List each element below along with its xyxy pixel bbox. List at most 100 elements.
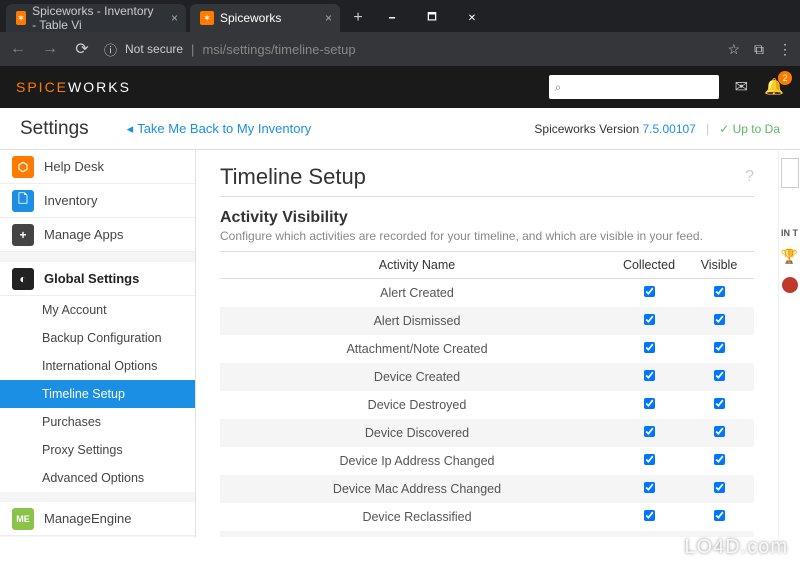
tab-title: Spiceworks — [220, 11, 281, 25]
watermark: LO4D.com — [664, 536, 788, 559]
activity-name-cell: Device Mac Address Changed — [220, 475, 614, 503]
col-visible: Visible — [684, 252, 754, 279]
table-row: Device Reclassified — [220, 503, 754, 531]
minimize-button[interactable]: 🗕 — [372, 4, 412, 32]
activity-name-cell: Alert Created — [220, 279, 614, 308]
back-to-inventory-link[interactable]: ◂ Take Me Back to My Inventory — [127, 121, 312, 137]
sub-header: Settings ◂ Take Me Back to My Inventory … — [0, 108, 800, 150]
col-collected: Collected — [614, 252, 684, 279]
visible-checkbox[interactable] — [714, 510, 725, 521]
activity-name-cell: Device Updated — [220, 531, 614, 537]
sidebar-sub-international-options[interactable]: International Options — [0, 352, 195, 380]
table-row: Alert Dismissed — [220, 307, 754, 335]
right-rail: IN T 🏆 — [778, 150, 800, 537]
tab-title: Spiceworks - Inventory - Table Vi — [32, 4, 158, 32]
notifications-bell-icon[interactable]: 🔔 2 — [764, 77, 784, 97]
version-label: Spiceworks Version 7.5.00107 — [534, 122, 695, 136]
sidebar-sub-backup-configuration[interactable]: Backup Configuration — [0, 324, 195, 352]
search-icon: ⌕ — [555, 80, 562, 95]
visible-checkbox[interactable] — [714, 314, 725, 325]
mail-icon[interactable]: ✉ — [735, 77, 748, 97]
sidebar-item-label: Help Desk — [44, 159, 104, 174]
sidebar-item-help-desk[interactable]: ⬡ Help Desk — [0, 150, 195, 184]
address-bar[interactable]: ⓘ Not secure | msi/settings/timeline-set… — [104, 37, 715, 61]
extensions-icon[interactable]: ⧉ — [754, 41, 764, 58]
bookmark-star-icon[interactable]: ☆ — [727, 41, 740, 58]
browser-address-row: ← → ⟳ ⓘ Not secure | msi/settings/timeli… — [0, 32, 800, 66]
sidebar-item-manageengine[interactable]: ME ManageEngine — [0, 502, 195, 536]
url-text: msi/settings/timeline-setup — [202, 42, 355, 57]
right-rail-widget[interactable] — [781, 158, 799, 188]
spiceworks-favicon: ✶ — [200, 11, 214, 25]
sidebar-sub-proxy-settings[interactable]: Proxy Settings — [0, 436, 195, 464]
global-search-input[interactable]: ⌕ — [549, 75, 719, 99]
collected-checkbox[interactable] — [644, 342, 655, 353]
notification-count-badge: 2 — [778, 71, 792, 85]
maximize-button[interactable]: 🗖 — [412, 4, 452, 32]
window-close-button[interactable]: ✕ — [452, 4, 492, 32]
browser-tab-active[interactable]: ✶ Spiceworks × — [190, 4, 340, 32]
visible-checkbox[interactable] — [714, 454, 725, 465]
visible-checkbox[interactable] — [714, 482, 725, 493]
collected-checkbox[interactable] — [644, 510, 655, 521]
activity-name-cell: Attachment/Note Created — [220, 335, 614, 363]
activity-table: Activity Name Collected Visible Alert Cr… — [220, 251, 754, 537]
table-row: Device Ip Address Changed — [220, 447, 754, 475]
sidebar-sub-advanced-options[interactable]: Advanced Options — [0, 464, 195, 492]
activity-name-cell: Alert Dismissed — [220, 307, 614, 335]
sidebar-item-global-settings[interactable]: ◐ Global Settings — [0, 262, 195, 296]
spiceworks-logo[interactable]: SPICEWORKS — [16, 79, 131, 95]
visible-checkbox[interactable] — [714, 342, 725, 353]
table-row: Device Created — [220, 363, 754, 391]
new-tab-button[interactable]: + — [344, 4, 372, 32]
browser-menu-icon[interactable]: ⋮ — [778, 41, 792, 58]
page-title: Timeline Setup — [220, 164, 754, 190]
visible-checkbox[interactable] — [714, 286, 725, 297]
collected-checkbox[interactable] — [644, 314, 655, 325]
sidebar-item-manage-apps[interactable]: +Manage Apps — [0, 218, 195, 252]
sidebar-sub-my-account[interactable]: My Account — [0, 296, 195, 324]
global-settings-icon: ◐ — [12, 268, 34, 290]
visible-checkbox[interactable] — [714, 426, 725, 437]
browser-tab-strip: ✶ Spiceworks - Inventory - Table Vi × ✶ … — [0, 0, 800, 32]
collected-checkbox[interactable] — [644, 454, 655, 465]
collected-checkbox[interactable] — [644, 426, 655, 437]
sidebar-item-label: Inventory — [44, 193, 97, 208]
sidebar-sub-purchases[interactable]: Purchases — [0, 408, 195, 436]
sidebar-sub-timeline-setup[interactable]: Timeline Setup — [0, 380, 195, 408]
not-secure-label: Not secure — [125, 42, 183, 56]
update-status: ✓ Up to Da — [719, 122, 780, 136]
manageengine-icon: ME — [12, 508, 34, 530]
sidebar-item-inventory[interactable]: 🗋 Inventory — [0, 184, 195, 218]
browser-tab-inactive[interactable]: ✶ Spiceworks - Inventory - Table Vi × — [6, 4, 186, 32]
table-row: Attachment/Note Created — [220, 335, 754, 363]
sidebar-icon: ⬡ — [12, 156, 34, 178]
forward-button[interactable]: → — [40, 40, 60, 58]
help-icon[interactable]: ? — [745, 168, 754, 186]
collected-checkbox[interactable] — [644, 482, 655, 493]
activity-name-cell: Device Created — [220, 363, 614, 391]
trophy-icon[interactable]: 🏆 — [779, 248, 800, 265]
right-rail-text: IN T — [779, 228, 800, 238]
section-subtext: Configure which activities are recorded … — [220, 229, 754, 243]
activity-name-cell: Device Destroyed — [220, 391, 614, 419]
visible-checkbox[interactable] — [714, 370, 725, 381]
table-row: Device Destroyed — [220, 391, 754, 419]
back-button[interactable]: ← — [8, 40, 28, 58]
close-icon[interactable]: × — [325, 11, 332, 25]
close-icon[interactable]: × — [171, 11, 178, 25]
collected-checkbox[interactable] — [644, 398, 655, 409]
settings-sidebar: ⬡ Help Desk 🗋 Inventory +Manage Apps ◐ Globa… — [0, 150, 196, 537]
sidebar-icon: 🗋 — [12, 190, 34, 212]
collected-checkbox[interactable] — [644, 286, 655, 297]
page-section-title: Settings — [20, 118, 89, 140]
visible-checkbox[interactable] — [714, 398, 725, 409]
shield-icon[interactable] — [782, 277, 798, 293]
back-arrow-icon: ◂ — [127, 121, 134, 137]
app-header: SPICEWORKS ⌕ ✉ 🔔 2 — [0, 66, 800, 108]
activity-name-cell: Device Ip Address Changed — [220, 447, 614, 475]
reload-button[interactable]: ⟳ — [72, 39, 92, 59]
table-row: Device Discovered — [220, 419, 754, 447]
collected-checkbox[interactable] — [644, 370, 655, 381]
activity-name-cell: Device Discovered — [220, 419, 614, 447]
